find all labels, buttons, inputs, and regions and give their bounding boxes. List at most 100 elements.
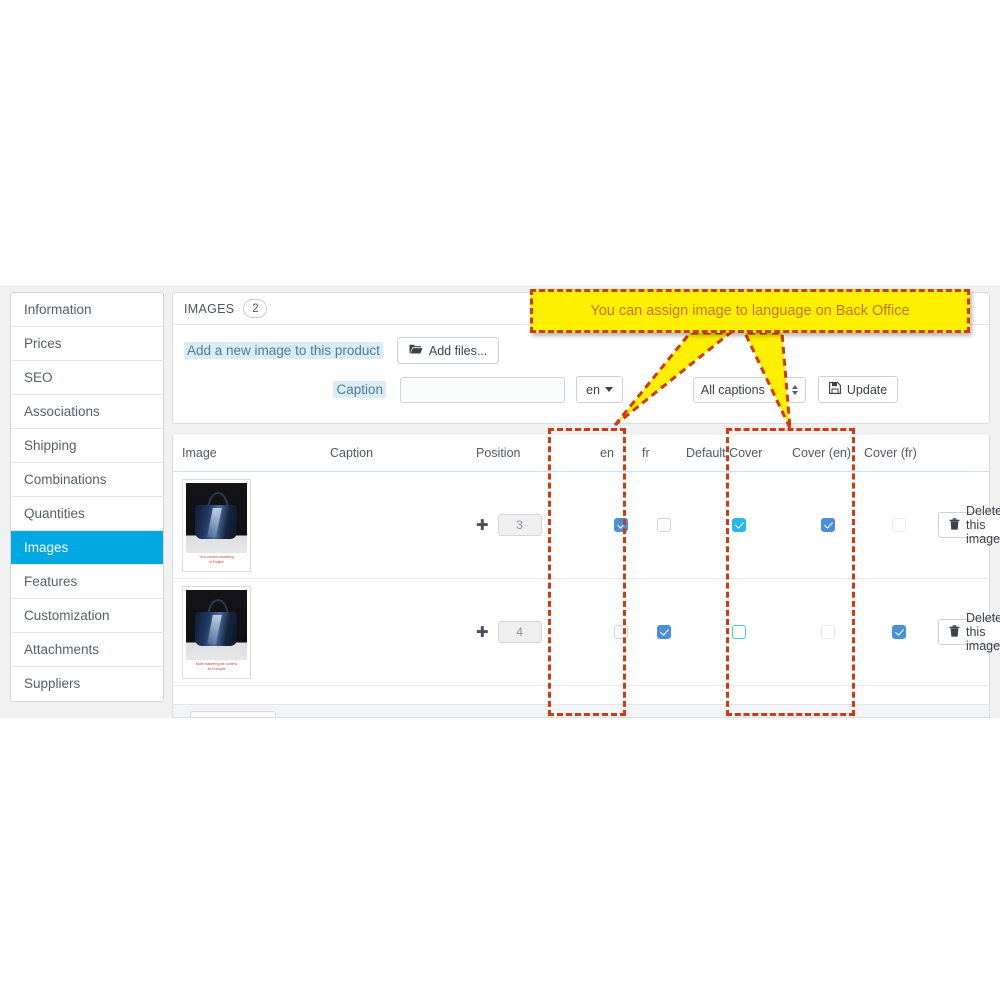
- captions-filter-value: All captions: [700, 382, 765, 397]
- thumbnail-caption: Notre marketing de contenu en Français: [186, 659, 247, 675]
- language-dropdown-label: en: [586, 382, 600, 397]
- product-thumbnail[interactable]: Your content marketing in English: [182, 478, 251, 572]
- header-fr: fr: [642, 435, 686, 472]
- cell-fr-checkbox: [642, 578, 686, 686]
- cell-cover-fr-checkbox: [864, 578, 934, 686]
- cell-caption: [330, 471, 476, 579]
- checkbox[interactable]: [732, 517, 746, 532]
- update-button[interactable]: Update: [817, 376, 899, 403]
- sidebar-item-label: Features: [24, 574, 78, 589]
- folder-open-icon: [409, 343, 423, 358]
- move-arrows-icon[interactable]: ✚: [476, 518, 489, 533]
- checkbox[interactable]: [657, 517, 671, 532]
- delete-image-button[interactable]: Delete this image: [938, 504, 1000, 546]
- cell-cover-fr-checkbox: [864, 471, 934, 579]
- trash-icon: [949, 517, 960, 533]
- move-arrows-icon[interactable]: ✚: [476, 625, 489, 640]
- cell-caption: [330, 578, 476, 686]
- images-table-panel: Image Caption Position en fr Default Cov…: [172, 435, 1000, 711]
- add-files-label: Add files...: [428, 343, 488, 358]
- table-row: Notre marketing de contenuen Français ✚ De…: [173, 578, 1000, 686]
- sidebar-item-label: Combinations: [24, 472, 107, 487]
- header-position: Position: [476, 435, 600, 472]
- cell-image: Notre marketing de contenu en Français: [173, 578, 330, 686]
- cell-default-cover-checkbox: [686, 471, 792, 579]
- sidebar-item-label: Images: [24, 540, 69, 555]
- position-input[interactable]: [497, 621, 542, 643]
- caret-down-icon: [604, 387, 613, 392]
- captions-filter-select[interactable]: All captions: [692, 376, 806, 403]
- cell-default-cover-checkbox: [686, 578, 792, 686]
- caption-row: Caption en All captions Update: [173, 364, 989, 403]
- thumbnail-caption-line-2: en Français: [207, 666, 226, 671]
- images-table: Image Caption Position en fr Default Cov…: [173, 435, 1000, 686]
- product-images-page: Information Prices SEO Associations Shipping…: [0, 285, 1000, 718]
- checkbox[interactable]: [732, 624, 746, 639]
- add-new-image-label[interactable]: Add a new image to this product: [184, 342, 383, 359]
- sidebar-item-combinations[interactable]: Combinations: [11, 463, 163, 497]
- sidebar-item-features[interactable]: Features: [11, 565, 163, 599]
- sidebar-item-customization[interactable]: Customization: [11, 599, 163, 633]
- thumbnail-caption-line-2: in English: [209, 559, 224, 564]
- sidebar-item-attachments[interactable]: Attachments: [11, 633, 163, 667]
- checkbox[interactable]: [614, 624, 628, 639]
- header-cover-en: Cover (en): [792, 435, 864, 472]
- position-input[interactable]: [497, 514, 542, 536]
- sidebar-item-label: Suppliers: [24, 676, 81, 691]
- table-row: Your content marketingin English ✚ Delete …: [173, 471, 1000, 579]
- sidebar-item-label: Quantities: [24, 506, 85, 521]
- cell-fr-checkbox: [642, 471, 686, 579]
- update-label: Update: [846, 382, 888, 397]
- cell-en-checkbox: [600, 578, 642, 686]
- table-header-row: Image Caption Position en fr Default Cov…: [173, 435, 989, 472]
- product-thumbnail[interactable]: Notre marketing de contenu en Français: [182, 585, 251, 679]
- sidebar-item-information[interactable]: Information: [11, 293, 163, 327]
- sidebar-item-label: Information: [24, 302, 92, 317]
- header-image: Image: [173, 435, 330, 472]
- checkbox[interactable]: [614, 517, 628, 532]
- header-cover-fr: Cover (fr): [864, 435, 934, 472]
- add-files-button[interactable]: Add files...: [396, 337, 500, 364]
- sidebar-item-label: Associations: [24, 404, 100, 419]
- cell-position: ✚: [476, 578, 600, 686]
- spinner-arrows-icon: [791, 384, 798, 395]
- delete-image-button[interactable]: Delete this image: [938, 611, 1000, 653]
- sidebar-item-seo[interactable]: SEO: [11, 361, 163, 395]
- add-image-row: Add a new image to this product Add file…: [173, 325, 989, 364]
- cell-actions: Delete this image: [934, 471, 1000, 579]
- language-dropdown-button[interactable]: en: [576, 376, 623, 403]
- caption-input[interactable]: [400, 376, 565, 403]
- sidebar-item-label: Shipping: [24, 438, 77, 453]
- header-en: en: [600, 435, 642, 472]
- panel-header: IMAGES 2: [173, 293, 989, 325]
- cell-position: ✚: [476, 471, 600, 579]
- sidebar-item-prices[interactable]: Prices: [11, 327, 163, 361]
- delete-image-label: Delete this image: [966, 504, 1000, 546]
- sidebar-item-associations[interactable]: Associations: [11, 395, 163, 429]
- thumbnail-caption: Your content marketing in English: [186, 552, 247, 568]
- sidebar-item-quantities[interactable]: Quantities: [11, 497, 163, 531]
- trash-icon: [949, 624, 960, 640]
- product-tabs-sidebar: Information Prices SEO Associations Shipping…: [10, 292, 164, 702]
- images-count-badge: 2: [243, 299, 268, 318]
- sidebar-item-label: Customization: [24, 608, 110, 623]
- page-title: IMAGES: [184, 301, 235, 316]
- checkbox[interactable]: [821, 624, 835, 639]
- sidebar-item-suppliers[interactable]: Suppliers: [11, 667, 163, 701]
- checkbox[interactable]: [821, 517, 835, 532]
- checkbox[interactable]: [892, 517, 906, 532]
- checkbox[interactable]: [892, 624, 906, 639]
- header-actions: [934, 435, 989, 472]
- checkbox[interactable]: [657, 624, 671, 639]
- caption-label: Caption: [333, 380, 386, 398]
- header-caption: Caption: [330, 435, 476, 472]
- footer-button-stub[interactable]: [190, 711, 276, 717]
- sidebar-item-images[interactable]: Images: [11, 531, 163, 565]
- thumbnail-caption-line-1: Notre marketing de contenu: [195, 661, 238, 666]
- images-panel: IMAGES 2 Add a new image to this product…: [172, 292, 990, 424]
- sidebar-item-shipping[interactable]: Shipping: [11, 429, 163, 463]
- caption-label-cell: Caption: [173, 380, 386, 399]
- cell-cover-en-checkbox: [792, 471, 864, 579]
- images-table-body: Your content marketingin English ✚ Delete …: [173, 471, 1000, 686]
- cell-cover-en-checkbox: [792, 578, 864, 686]
